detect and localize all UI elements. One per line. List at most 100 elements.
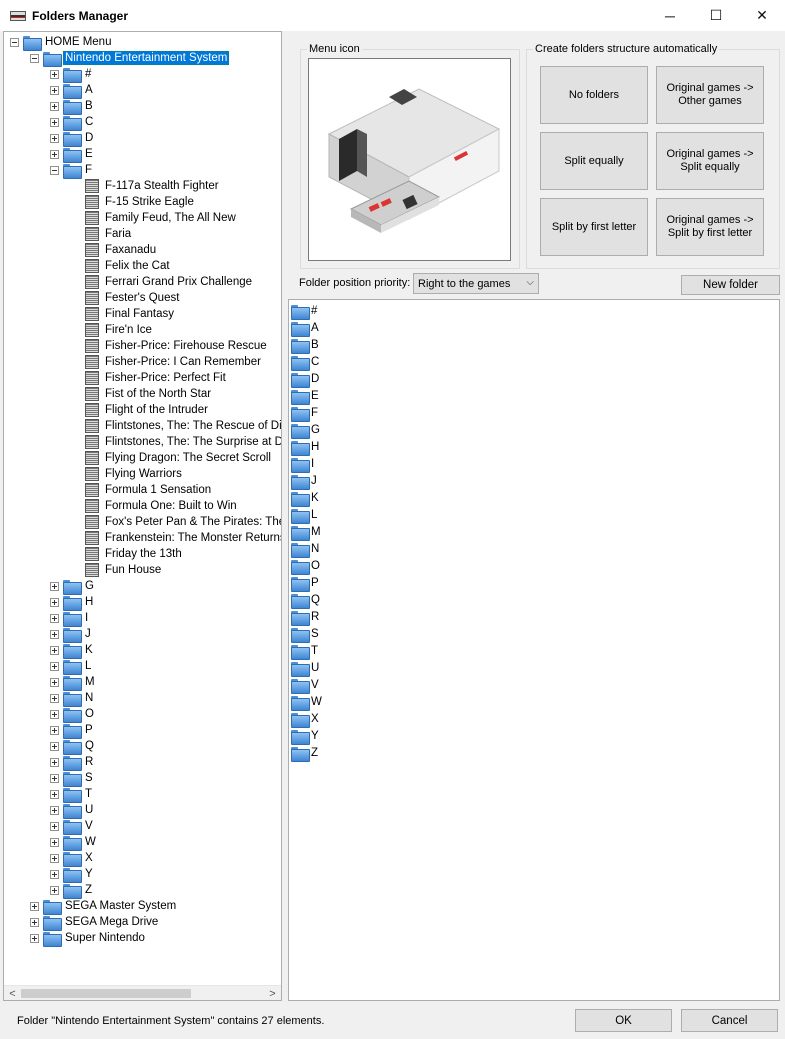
expand-icon[interactable] [50, 69, 59, 79]
expand-icon[interactable] [50, 837, 59, 847]
expand-icon[interactable] [50, 773, 59, 783]
tree-item-game[interactable]: Fisher-Price: Firehouse Rescue [72, 338, 269, 354]
original-split-equally-button[interactable]: Original games -> Split equally [656, 132, 764, 190]
tree-item-game[interactable]: Fisher-Price: Perfect Fit [72, 370, 228, 386]
tree-item-letter-folder[interactable]: A [50, 82, 95, 99]
tree-item-letter-folder[interactable]: N [50, 690, 95, 707]
folder-list-item[interactable]: S [291, 626, 319, 643]
expand-icon[interactable] [50, 133, 59, 143]
expand-icon[interactable] [50, 885, 59, 895]
tree-item-letter-folder[interactable]: I [50, 610, 90, 627]
minimize-button[interactable]: ─ [647, 0, 693, 31]
expand-icon[interactable] [50, 709, 59, 719]
tree-item-letter-folder[interactable]: B [50, 98, 95, 115]
folder-list-item[interactable]: Z [291, 745, 318, 762]
collapse-icon[interactable] [50, 165, 59, 175]
folder-list-item[interactable]: X [291, 711, 319, 728]
folder-list-item[interactable]: R [291, 609, 319, 626]
tree-item-system[interactable]: SEGA Mega Drive [30, 914, 160, 931]
folder-list-item[interactable]: M [291, 524, 321, 541]
original-split-by-first-letter-button[interactable]: Original games -> Split by first letter [656, 198, 764, 256]
tree-item-game[interactable]: Fisher-Price: I Can Remember [72, 354, 263, 370]
tree-item-game[interactable]: Formula One: Built to Win [72, 498, 239, 514]
tree-item-letter-folder[interactable]: U [50, 802, 95, 819]
folder-list-item[interactable]: Y [291, 728, 319, 745]
tree-item-letter-folder[interactable]: G [50, 578, 96, 595]
expand-icon[interactable] [30, 933, 39, 943]
tree-horizontal-scrollbar[interactable]: < > [4, 985, 281, 1000]
folder-list-item[interactable]: V [291, 677, 319, 694]
tree-item-letter-folder[interactable]: W [50, 834, 98, 851]
expand-icon[interactable] [50, 661, 59, 671]
scroll-right-icon[interactable]: > [264, 986, 281, 1000]
folder-list-item[interactable]: W [291, 694, 322, 711]
tree-item-game[interactable]: Ferrari Grand Prix Challenge [72, 274, 254, 290]
tree-item-game[interactable]: Fist of the North Star [72, 386, 213, 402]
close-button[interactable]: ✕ [739, 0, 785, 31]
collapse-icon[interactable] [30, 53, 39, 63]
tree-item-letter-folder[interactable]: S [50, 770, 95, 787]
folder-list-item[interactable]: B [291, 337, 319, 354]
tree-item-game[interactable]: Flying Dragon: The Secret Scroll [72, 450, 273, 466]
tree-item-game[interactable]: Final Fantasy [72, 306, 176, 322]
tree-item-letter-folder[interactable]: P [50, 722, 95, 739]
tree-item-system[interactable]: Super Nintendo [30, 930, 147, 947]
folder-list-item[interactable]: D [291, 371, 319, 388]
tree-item-game[interactable]: F-15 Strike Eagle [72, 194, 196, 210]
expand-icon[interactable] [50, 805, 59, 815]
folder-list-item[interactable]: F [291, 405, 318, 422]
tree-item-letter-folder[interactable]: O [50, 706, 96, 723]
tree-item-letter-folder[interactable]: K [50, 642, 95, 659]
expand-icon[interactable] [50, 581, 59, 591]
tree-item-letter-folder[interactable]: F [50, 162, 94, 179]
tree-item-game[interactable]: Fire'n Ice [72, 322, 154, 338]
tree-item-game[interactable]: F-117a Stealth Fighter [72, 178, 221, 194]
scroll-left-icon[interactable]: < [4, 986, 21, 1000]
expand-icon[interactable] [30, 917, 39, 927]
expand-icon[interactable] [50, 693, 59, 703]
folder-list-item[interactable]: G [291, 422, 320, 439]
folder-list-item[interactable]: J [291, 473, 317, 490]
expand-icon[interactable] [50, 725, 59, 735]
expand-icon[interactable] [50, 85, 59, 95]
tree-item-letter-folder[interactable]: Z [50, 882, 94, 899]
tree-item-letter-folder[interactable]: Y [50, 866, 95, 883]
tree-item-game[interactable]: Felix the Cat [72, 258, 172, 274]
tree-item-game[interactable]: Fester's Quest [72, 290, 181, 306]
tree-item-letter-folder[interactable]: C [50, 114, 95, 131]
tree-item-game[interactable]: Family Feud, The All New [72, 210, 238, 226]
folder-list-item[interactable]: # [291, 303, 317, 320]
folder-list-item[interactable]: I [291, 456, 314, 473]
expand-icon[interactable] [50, 757, 59, 767]
folder-list[interactable]: # A B C D E F G H I J K L M N O P Q R S T U V W X Y Z [288, 299, 780, 1001]
folder-list-item[interactable]: O [291, 558, 320, 575]
expand-icon[interactable] [50, 821, 59, 831]
tree-item-system[interactable]: SEGA Master System [30, 898, 178, 915]
folder-list-item[interactable]: Q [291, 592, 320, 609]
tree-item-game[interactable]: Flintstones, The: The Surprise at Dino [72, 434, 281, 450]
expand-icon[interactable] [50, 629, 59, 639]
tree-item-letter-folder[interactable]: L [50, 658, 93, 675]
tree-item-letter-folder[interactable]: H [50, 594, 95, 611]
expand-icon[interactable] [50, 613, 59, 623]
expand-icon[interactable] [30, 901, 39, 911]
maximize-button[interactable]: ☐ [693, 0, 739, 31]
tree-item-letter-folder[interactable]: # [50, 66, 93, 83]
tree-item-letter-folder[interactable]: M [50, 674, 97, 691]
scroll-thumb[interactable] [21, 989, 191, 998]
tree-item-home-menu[interactable]: HOME Menu [10, 34, 113, 51]
new-folder-button[interactable]: New folder [681, 275, 780, 295]
tree-item-letter-folder[interactable]: E [50, 146, 95, 163]
expand-icon[interactable] [50, 677, 59, 687]
menu-icon-preview[interactable] [308, 58, 511, 261]
expand-icon[interactable] [50, 789, 59, 799]
ok-button[interactable]: OK [575, 1009, 672, 1032]
tree-item-nes[interactable]: Nintendo Entertainment System [30, 50, 231, 67]
tree-item-game[interactable]: Flintstones, The: The Rescue of Dino [72, 418, 281, 434]
tree-item-letter-folder[interactable]: Q [50, 738, 96, 755]
tree-item-game[interactable]: Frankenstein: The Monster Returns [72, 530, 281, 546]
expand-icon[interactable] [50, 101, 59, 111]
expand-icon[interactable] [50, 645, 59, 655]
expand-icon[interactable] [50, 853, 59, 863]
expand-icon[interactable] [50, 741, 59, 751]
